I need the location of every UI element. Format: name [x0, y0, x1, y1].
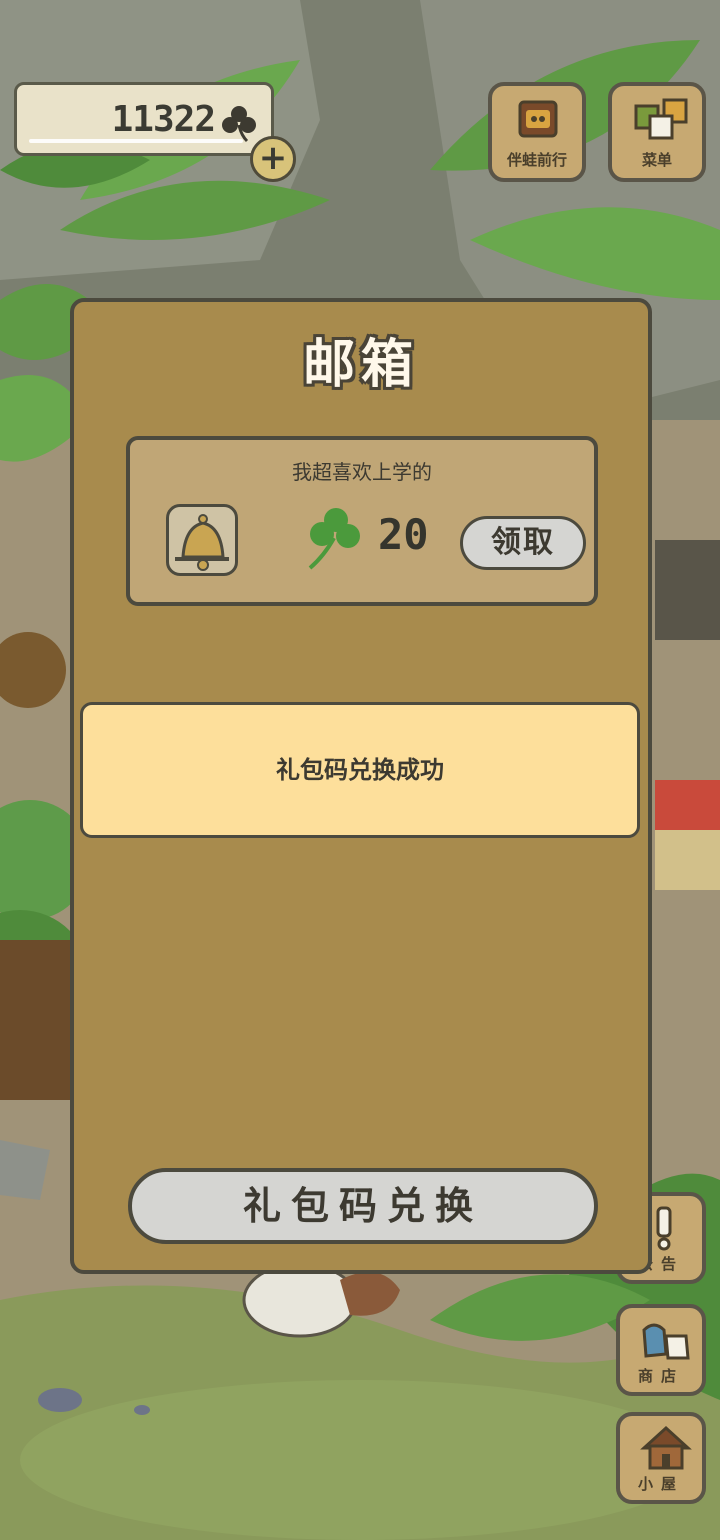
counter-highlight [29, 139, 243, 143]
clover-icon [222, 106, 256, 143]
redeem-code-button[interactable]: 礼包码兑换 [128, 1168, 598, 1244]
success-toast: 礼包码兑换成功 [80, 702, 640, 838]
bell-icon [175, 514, 229, 571]
mailbox-title: 邮箱 [302, 335, 419, 395]
reward-item-slot [166, 504, 238, 576]
menu-cards-icon [634, 98, 688, 140]
reward-amount: 20 [378, 510, 429, 559]
mail-subject: 我超喜欢上学的 [292, 460, 432, 484]
house-button[interactable]: 小屋 [616, 1412, 706, 1504]
plus-icon: + [258, 138, 288, 178]
mail-item: 我超喜欢上学的 20 领取 [126, 436, 598, 606]
house-icon [640, 1425, 692, 1470]
menu-label: 菜单 [641, 151, 672, 169]
album-icon [518, 100, 558, 138]
clover-counter: 11322 [14, 82, 274, 156]
shop-label: 商店 [637, 1367, 684, 1385]
shop-bags-icon [642, 1323, 690, 1360]
house-label: 小屋 [637, 1475, 684, 1493]
travel-with-frog-label: 伴蛙前行 [506, 151, 567, 169]
claim-button[interactable]: 领取 [460, 516, 586, 570]
clover-icon [308, 508, 360, 570]
menu-button[interactable]: 菜单 [608, 82, 706, 182]
add-clover-button[interactable]: + [250, 136, 296, 182]
shop-button[interactable]: 商店 [616, 1304, 706, 1396]
travel-with-frog-button[interactable]: 伴蛙前行 [488, 82, 586, 182]
clover-count: 11322 [111, 99, 216, 140]
